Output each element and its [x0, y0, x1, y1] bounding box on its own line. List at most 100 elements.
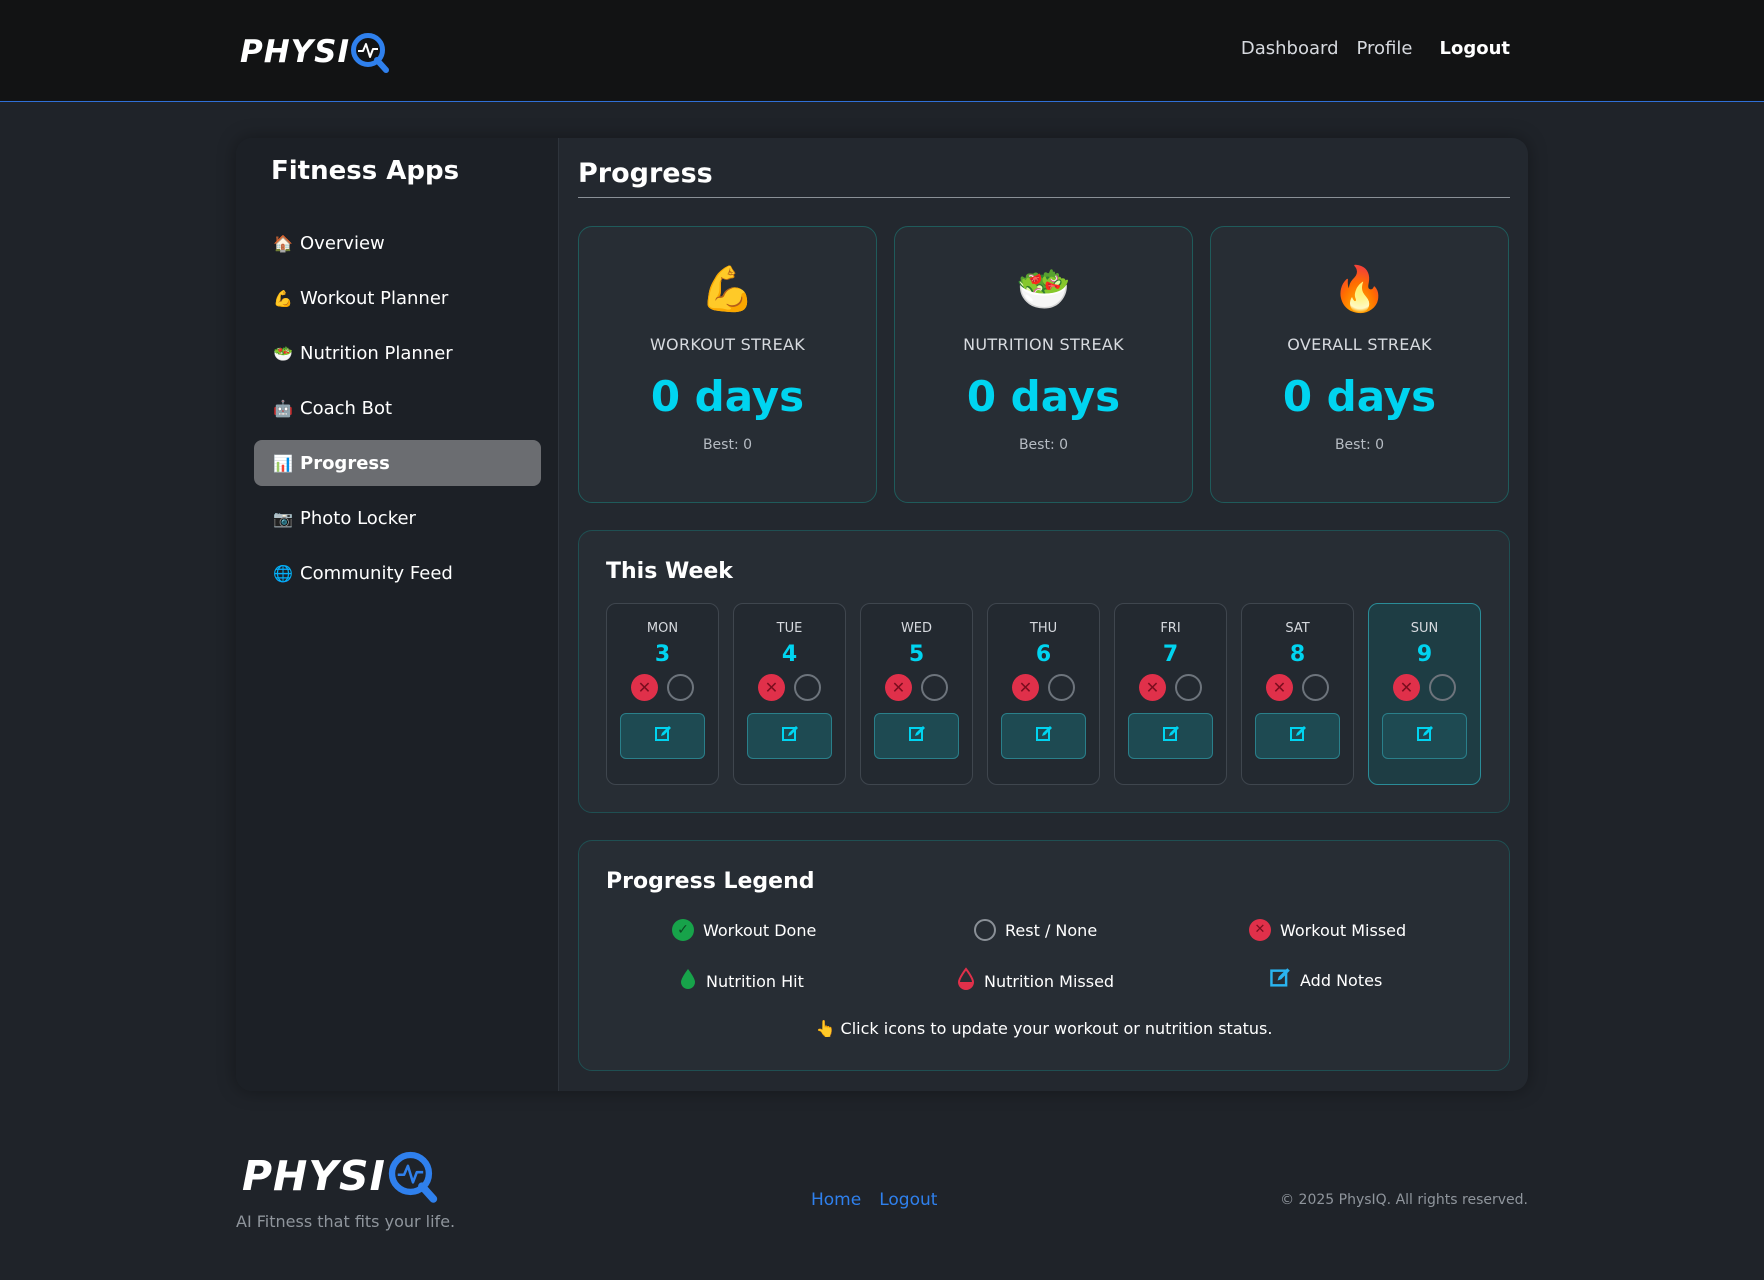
pointer-hand-icon: 👆 [815, 1019, 836, 1038]
sidebar-item-coach-bot[interactable]: 🤖 Coach Bot [254, 385, 541, 431]
footer-home-link[interactable]: Home [811, 1190, 861, 1210]
sidebar-item-label: Progress [300, 452, 390, 474]
add-notes-button[interactable] [620, 713, 705, 759]
legend-title: Progress Legend [606, 869, 815, 894]
check-circle-icon: ✓ [672, 919, 694, 941]
nav-logout-link[interactable]: Logout [1439, 38, 1510, 59]
day-status-icons: ✕ [1369, 674, 1480, 701]
logo-text: PHYSI [240, 34, 350, 70]
day-status-icons: ✕ [1242, 674, 1353, 701]
workout-missed-icon[interactable]: ✕ [1012, 674, 1039, 701]
top-nav: Dashboard Profile Logout [1241, 38, 1510, 59]
day-name: WED [900, 621, 933, 636]
header-logo[interactable]: PHYSI [240, 30, 390, 74]
sidebar-item-label: Workout Planner [300, 287, 449, 309]
streak-label: WORKOUT STREAK [649, 335, 806, 354]
day-card-tue: TUE 4 ✕ [733, 603, 846, 785]
flexed-bicep-icon: 💪 [273, 288, 293, 308]
legend-item-label: Workout Missed [1280, 920, 1407, 940]
streak-best: Best: 0 [1018, 437, 1069, 453]
salad-bowl-icon: 🥗 [273, 343, 293, 363]
day-status-icons: ✕ [734, 674, 845, 701]
streak-best: Best: 0 [702, 437, 753, 453]
workout-missed-icon[interactable]: ✕ [885, 674, 912, 701]
page-title: Progress [578, 158, 713, 189]
streak-card: 💪 WORKOUT STREAK 0 days Best: 0 [578, 226, 877, 503]
workout-missed-icon[interactable]: ✕ [1266, 674, 1293, 701]
sidebar-item-photo-locker[interactable]: 📷 Photo Locker [254, 495, 541, 541]
day-name: THU [1029, 621, 1058, 636]
sidebar-item-label: Community Feed [300, 562, 453, 584]
workout-missed-icon[interactable]: ✕ [1139, 674, 1166, 701]
nutrition-none-icon[interactable] [667, 674, 694, 701]
streak-value: 0 days [966, 372, 1121, 421]
sidebar-item-community-feed[interactable]: 🌐 Community Feed [254, 550, 541, 596]
nutrition-none-icon[interactable] [1175, 674, 1202, 701]
day-card-thu: THU 6 ✕ [987, 603, 1100, 785]
empty-circle-icon [974, 919, 996, 941]
streak-card: 🔥 OVERALL STREAK 0 days Best: 0 [1210, 226, 1509, 503]
nutrition-none-icon[interactable] [1302, 674, 1329, 701]
day-card-sun: SUN 9 ✕ [1368, 603, 1481, 785]
day-number: 9 [1416, 642, 1433, 667]
workout-missed-icon[interactable]: ✕ [1393, 674, 1420, 701]
day-number: 8 [1289, 642, 1306, 667]
add-notes-button[interactable] [1382, 713, 1467, 759]
nav-dashboard-link[interactable]: Dashboard [1241, 38, 1339, 59]
add-notes-button[interactable] [1128, 713, 1213, 759]
progress-legend-panel: Progress Legend ✓ Workout Done Rest / None… [578, 840, 1510, 1071]
legend-item-rest-none: Rest / None [974, 919, 1097, 941]
legend-hint-text: Click icons to update your workout or nu… [840, 1019, 1273, 1038]
streak-card: 🥗 NUTRITION STREAK 0 days Best: 0 [894, 226, 1193, 503]
add-notes-button[interactable] [1255, 713, 1340, 759]
sidebar-item-nutrition-planner[interactable]: 🥗 Nutrition Planner [254, 330, 541, 376]
nutrition-none-icon[interactable] [794, 674, 821, 701]
day-card-fri: FRI 7 ✕ [1114, 603, 1227, 785]
footer-logo-q-pulse-icon [388, 1151, 438, 1203]
legend-item-label: Add Notes [1300, 970, 1383, 990]
workout-missed-icon[interactable]: ✕ [758, 674, 785, 701]
add-notes-button[interactable] [874, 713, 959, 759]
day-name: TUE [776, 621, 803, 636]
day-number: 6 [1035, 642, 1052, 667]
sidebar-item-workout-planner[interactable]: 💪 Workout Planner [254, 275, 541, 321]
day-name: FRI [1160, 621, 1181, 636]
day-card-mon: MON 3 ✕ [606, 603, 719, 785]
legend-item-nutrition-hit: Nutrition Hit [679, 967, 804, 995]
add-notes-button[interactable] [1001, 713, 1086, 759]
bar-chart-icon: 📊 [273, 453, 293, 473]
sidebar-item-progress[interactable]: 📊 Progress [254, 440, 541, 486]
title-divider [578, 197, 1510, 198]
red-drop-icon [957, 967, 975, 995]
nutrition-none-icon[interactable] [1048, 674, 1075, 701]
robot-icon: 🤖 [273, 398, 293, 418]
streak-value: 0 days [650, 372, 805, 421]
day-number: 7 [1162, 642, 1179, 667]
footer-logout-link[interactable]: Logout [879, 1190, 937, 1210]
nutrition-none-icon[interactable] [1429, 674, 1456, 701]
sidebar-item-overview[interactable]: 🏠 Overview [254, 220, 541, 266]
legend-item-workout-done: ✓ Workout Done [672, 919, 816, 941]
house-icon: 🏠 [273, 233, 293, 253]
workout-missed-icon[interactable]: ✕ [631, 674, 658, 701]
top-navbar: PHYSI Dashboard Profile Logout [0, 0, 1764, 102]
edit-note-icon [1035, 725, 1053, 747]
day-number: 5 [908, 642, 925, 667]
edit-note-icon [908, 725, 926, 747]
edit-note-icon [781, 725, 799, 747]
nutrition-none-icon[interactable] [921, 674, 948, 701]
day-status-icons: ✕ [861, 674, 972, 701]
day-name: SAT [1285, 621, 1310, 636]
this-week-panel: This Week MON 3 ✕ TUE 4 ✕ WED 5 ✕ THU 6 ✕ FRI 7 ✕ SAT 8 ✕… [578, 530, 1510, 813]
x-circle-icon: ✕ [1249, 919, 1271, 941]
edit-note-icon [1269, 967, 1291, 993]
nav-profile-link[interactable]: Profile [1357, 38, 1413, 59]
green-drop-icon [679, 967, 697, 995]
legend-item-label: Nutrition Missed [984, 971, 1115, 991]
footer-logo[interactable]: PHYSI [242, 1148, 440, 1204]
this-week-title: This Week [606, 559, 733, 584]
legend-item-nutrition-missed: Nutrition Missed [957, 967, 1114, 995]
add-notes-button[interactable] [747, 713, 832, 759]
legend-item-label: Workout Done [703, 920, 817, 940]
edit-note-icon [1416, 725, 1434, 747]
